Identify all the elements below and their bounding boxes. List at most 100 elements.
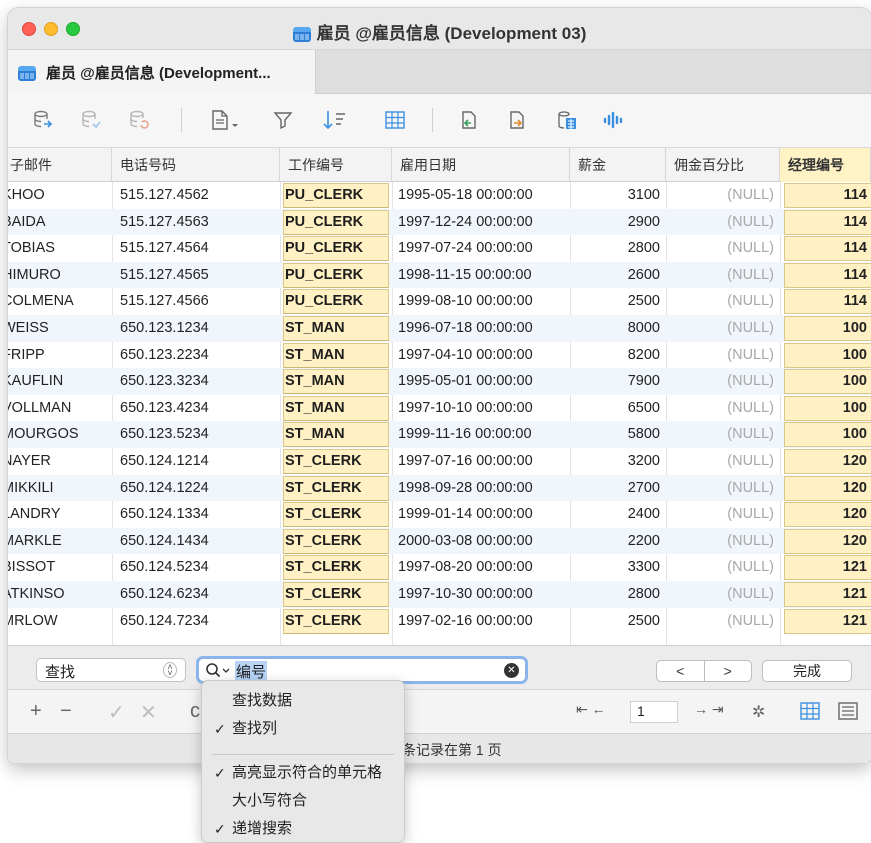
cell-commission[interactable]: (NULL) [668,395,774,422]
cell-salary[interactable]: 3300 [574,554,660,581]
cell-salary[interactable]: 2200 [574,528,660,555]
cell-phone[interactable]: 650.124.7234 [120,608,280,635]
cell-manager-id[interactable]: 100 [784,422,871,448]
table-row[interactable]: BISSOT 650.124.5234ST_CLERK 1997-08-20 00:… [8,554,871,581]
cell-phone[interactable]: 650.124.1334 [120,501,280,528]
calculator-icon[interactable] [554,108,580,132]
column-header-manager-id[interactable]: 经理编号 [780,148,871,182]
table-row[interactable]: KHOO 515.127.4562PU_CLERK 1995-05-18 00:00… [8,182,871,209]
cell-email[interactable]: BAIDA [8,209,112,236]
cell-job-id[interactable]: PU_CLERK [283,262,389,288]
cell-email[interactable]: COLMENA [8,288,112,315]
find-mode-select[interactable]: 查找 ˄ ˅ [36,658,186,682]
cell-commission[interactable]: (NULL) [668,315,774,342]
cell-email[interactable]: KHOO [8,182,112,209]
table-row[interactable]: MARKLE 650.124.1434 ST_CLERK 2000-03-08 00:… [8,527,871,555]
cell-hire-date[interactable]: 1997-12-24 00:00:00 [398,209,574,236]
cell-email[interactable]: TOBIAS [8,235,112,262]
find-previous-button[interactable]: < [657,661,705,681]
cell-phone[interactable]: 650.124.1434 [120,528,280,555]
cell-hire-date[interactable]: 1997-10-30 00:00:00 [398,581,574,608]
cell-salary[interactable]: 2500 [574,288,660,315]
cell-phone[interactable]: 650.124.1214 [120,448,280,475]
cell-salary[interactable]: 2700 [574,475,660,502]
cell-salary[interactable]: 7900 [574,368,660,395]
discard-changes-icon[interactable]: ✕ [140,700,157,725]
menu-item-incremental-search[interactable]: ✓ 递增搜索 [202,815,406,843]
cell-manager-id[interactable]: 114 [784,209,871,235]
menu-item-find-data[interactable]: 查找数据 [202,687,406,715]
cell-manager-id[interactable]: 100 [784,369,871,395]
cell-phone[interactable]: 650.124.6234 [120,581,280,608]
cell-email[interactable]: FRIPP [8,342,112,369]
cell-email[interactable]: MRLOW [8,608,112,635]
form-view-icon[interactable] [838,702,858,723]
document-menu-icon[interactable] [206,108,242,132]
table-row[interactable]: ATKINSO 650.124.6234 ST_CLERK 1997-10-30 00… [8,580,871,608]
cell-phone[interactable]: 515.127.4562 [120,182,280,209]
page-number-field[interactable]: 1 [630,701,678,723]
table-row[interactable]: WEISS 650.123.1234 ST_MAN 1996-07-18 00:00:… [8,314,871,342]
menu-item-match-case[interactable]: 大小写符合 [202,787,406,815]
cell-email[interactable]: KAUFLIN [8,368,112,395]
table-row[interactable]: COLMENA 515.127.4566 PU_CLERK 1999-08-10 00… [8,288,871,315]
cell-job-id[interactable]: ST_CLERK [283,528,389,554]
cell-salary[interactable]: 8000 [574,315,660,342]
column-header-salary[interactable]: 薪金 [570,148,666,182]
cell-manager-id[interactable]: 100 [784,395,871,421]
cell-salary[interactable]: 2800 [574,235,660,262]
cell-commission[interactable]: (NULL) [668,235,774,262]
cell-commission[interactable]: (NULL) [668,262,774,289]
cell-phone[interactable]: 650.123.2234 [120,342,280,369]
cell-job-id[interactable]: ST_CLERK [283,608,389,634]
cell-commission[interactable]: (NULL) [668,288,774,315]
cell-hire-date[interactable]: 1998-11-15 00:00:00 [398,262,574,289]
cell-commission[interactable]: (NULL) [668,182,774,209]
refresh-icon[interactable]: c [190,700,200,723]
cell-hire-date[interactable]: 1996-07-18 00:00:00 [398,315,574,342]
cell-manager-id[interactable]: 114 [784,262,871,288]
tab-employees[interactable]: 雇员 @雇员信息 (Development... [8,50,316,94]
done-button[interactable]: 完成 [762,660,852,682]
cell-email[interactable]: ATKINSO [8,581,112,608]
filter-icon[interactable] [270,108,296,132]
clear-search-icon[interactable]: ✕ [504,663,519,678]
cell-manager-id[interactable]: 114 [784,289,871,315]
cell-phone[interactable]: 515.127.4563 [120,209,280,236]
cell-manager-id[interactable]: 121 [784,555,871,581]
cell-job-id[interactable]: PU_CLERK [283,289,389,315]
db-refresh-icon[interactable] [126,108,152,132]
sort-icon[interactable] [320,108,350,132]
cell-manager-id[interactable]: 120 [784,502,871,528]
cell-hire-date[interactable]: 1997-02-16 00:00:00 [398,608,574,635]
table-row[interactable]: FRIPP 650.123.2234ST_MAN 1997-04-10 00:00:… [8,342,871,369]
cell-email[interactable]: VOLLMAN [8,395,112,422]
cell-phone[interactable]: 650.124.1224 [120,475,280,502]
cell-hire-date[interactable]: 1995-05-18 00:00:00 [398,182,574,209]
column-header-phone[interactable]: 电话号码 [112,148,280,182]
menu-item-highlight-cells[interactable]: ✓ 高亮显示符合的单元格 [202,759,406,787]
cell-hire-date[interactable]: 1997-07-24 00:00:00 [398,235,574,262]
cell-salary[interactable]: 3200 [574,448,660,475]
cell-phone[interactable]: 650.123.4234 [120,395,280,422]
cell-hire-date[interactable]: 1997-07-16 00:00:00 [398,448,574,475]
cell-job-id[interactable]: ST_CLERK [283,581,389,607]
cell-phone[interactable]: 515.127.4566 [120,288,280,315]
cell-job-id[interactable]: PU_CLERK [283,236,389,262]
search-input-value[interactable]: 编号 [235,661,268,682]
cell-email[interactable]: HIMURO [8,262,112,289]
table-row[interactable]: LANDRY 650.124.1334ST_CLERK 1999-01-14 00:… [8,501,871,528]
table-row[interactable]: MOURGOS 650.123.5234 ST_MAN 1999-11-16 00:0… [8,421,871,448]
last-page-icon[interactable]: → ⇥ [694,701,724,718]
cell-commission[interactable]: (NULL) [668,501,774,528]
table-row[interactable]: NAYER 650.124.1214ST_CLERK 1997-07-16 00:0… [8,448,871,475]
cell-phone[interactable]: 650.124.5234 [120,554,280,581]
table-row[interactable]: MIKKILI 650.124.1224 ST_CLERK 1998-09-28 00… [8,474,871,502]
cell-hire-date[interactable]: 1997-08-20 00:00:00 [398,554,574,581]
cell-manager-id[interactable]: 100 [784,342,871,368]
cell-email[interactable]: BISSOT [8,554,112,581]
cell-hire-date[interactable]: 1999-08-10 00:00:00 [398,288,574,315]
cell-job-id[interactable]: ST_MAN [283,422,389,448]
cell-commission[interactable]: (NULL) [668,421,774,448]
cell-salary[interactable]: 5800 [574,421,660,448]
